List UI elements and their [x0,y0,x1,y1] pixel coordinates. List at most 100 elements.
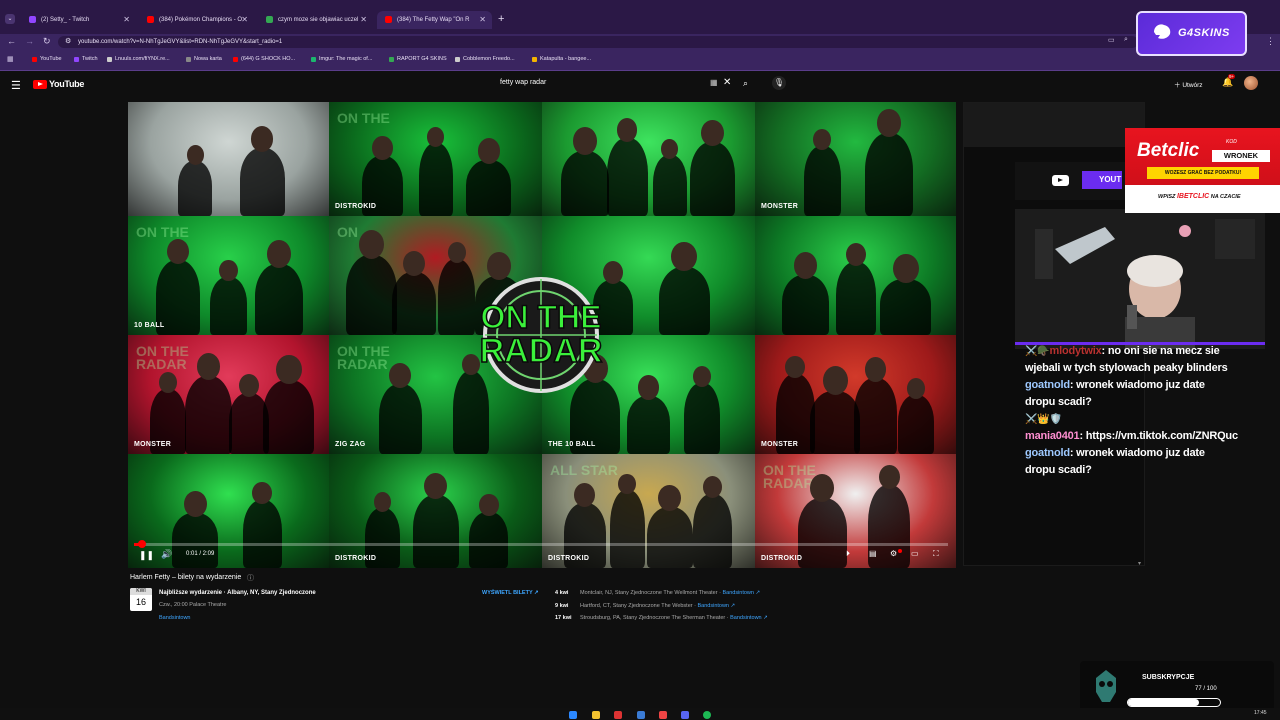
youtube-logo-icon[interactable] [33,80,47,89]
event-provider-link[interactable]: Bandsintown ↗ [698,603,736,609]
settings-gear-icon[interactable]: ⚙ [890,549,897,558]
tab-3[interactable]: czym moze sie objawiac uczel ✕ [258,11,373,29]
apps-grid-icon[interactable]: ▦ [7,55,14,63]
close-tab-icon[interactable]: ✕ [360,11,367,29]
url-text: youtube.com/watch?v=N-NhTgJeGVY&list=RDN… [78,39,283,45]
chat-text: wjebali w tych stylowach peaky blinders [1025,362,1228,374]
event-date: 4 kwi [555,590,569,596]
search-input[interactable]: fetty wap radar [500,79,546,86]
performer-silhouette [810,391,861,454]
back-icon[interactable]: ← [7,36,16,46]
bookmark-item[interactable]: Cobblemon Freedo... [455,56,515,62]
subtitles-icon[interactable]: ▤ [869,549,877,558]
event-provider-link[interactable]: Bandsintown ↗ [730,615,768,621]
betclic-chat-command: WPISZ IBETCLIC NA CZACIE [1158,193,1241,200]
sub-goal-count: 77 / 100 [1195,686,1217,692]
bookmark-item[interactable]: Nowa karta [186,56,222,62]
bookmark-item[interactable]: Lnuuls.com/fiYNX.re... [107,56,170,62]
tile-brand-text: ON THE [136,224,189,240]
tab-4[interactable]: (384) The Fetty Wap "On R ✕ [377,11,492,29]
g4skins-overlay-logo: G4SKINS [1136,11,1247,56]
bookmark-item[interactable]: (644) G SHOCK HO... [233,56,295,62]
reload-icon[interactable]: ↻ [43,36,51,47]
bookmark-item[interactable]: RAPORT G4 SKINS [389,56,447,62]
microphone-icon[interactable]: 🎙 [772,76,786,90]
miniplayer-icon[interactable]: ▭ [911,549,919,558]
chat-message: goatnold: wronek wiadomo juz date [1025,445,1205,462]
video-progress-bar[interactable] [134,543,948,546]
new-tab-button[interactable]: + [498,13,504,25]
search-icon[interactable]: ⌕ [743,78,748,89]
performer-head [906,378,925,399]
video-collage-tile: ALL STAR DISTROKID [542,454,755,568]
betclic-tax-note: WOZESZ GRAĆ BEZ PODATKU! [1147,167,1259,179]
performer-head [878,464,900,489]
autoplay-toggle-icon[interactable]: ⏵ [846,549,850,559]
file-explorer-icon[interactable] [592,711,600,719]
bookmark-item[interactable]: Twitch [74,56,98,62]
pause-icon[interactable]: ❚❚ [139,550,154,561]
avatar[interactable] [1244,76,1258,90]
performer-head [252,481,272,504]
chat-username: goatnold [1025,447,1070,459]
next-event-name: Najbliższe wydarzenie · Albany, NY, Stan… [159,590,316,596]
performer-head [372,136,393,160]
tab-search-button[interactable]: ⌄ [5,14,15,24]
performer-head [373,491,391,512]
next-event-provider-link[interactable]: Bandsintown [159,615,191,621]
tile-brand-text: ON THE [337,110,390,126]
spotify-icon[interactable] [703,711,711,719]
steam-icon[interactable] [637,711,645,719]
info-icon[interactable]: ⓘ [247,573,254,583]
performer-silhouette [560,151,609,216]
windows-start-icon[interactable] [569,711,577,719]
fullscreen-icon[interactable]: ⛶ [933,549,939,559]
tab-2[interactable]: (384) Pokémon Champions - O ✕ [139,11,254,29]
performer-silhouette [897,395,934,454]
close-tab-icon[interactable]: ✕ [479,11,486,29]
address-bar[interactable]: ⚙ youtube.com/watch?v=N-NhTgJeGVY&list=R… [58,36,1138,48]
chevron-down-icon[interactable]: ▾ [1138,560,1141,567]
video-collage-tile: MONSTER [755,335,956,454]
tile-watermark: DISTROKID [548,555,590,562]
app-icon[interactable] [614,711,622,719]
discord-icon[interactable] [681,711,689,719]
upcoming-event-row: 4 kwi Montclair, NJ, Stany Zjednoczone Th… [555,590,760,596]
cast-icon[interactable]: ▭ [1108,36,1115,44]
bookmark-item[interactable]: Imgur: The magic of... [311,56,372,62]
create-button[interactable]: ＋ Utwórz [1174,79,1203,89]
video-collage-tile [542,102,755,216]
chat-message: wjebali w tych stylowach peaky blinders [1025,360,1228,377]
tile-watermark: ZIG ZAG [335,441,366,448]
chat-text: : https://vm.tiktok.com/ZNRQuc [1079,430,1238,442]
video-scrubber-handle[interactable] [138,540,146,548]
close-tab-icon[interactable]: ✕ [123,11,130,29]
zoom-icon[interactable]: ⌕ [1124,36,1128,44]
bookmark-item[interactable]: YouTube [32,56,62,62]
event-provider-link[interactable]: Bandsintown ↗ [722,590,760,596]
site-info-icon[interactable]: ⚙ [65,36,71,48]
hamburger-menu-icon[interactable]: ☰ [11,79,21,92]
youtube-logo-text[interactable]: YouTube [49,79,84,89]
video-collage-tile [128,102,329,216]
keyboard-icon[interactable]: ▦ [710,78,718,87]
tile-watermark: DISTROKID [335,555,377,562]
bookmark-favicon-icon [455,57,460,62]
bookmark-item[interactable]: Katapulta - bangee... [532,56,591,62]
close-tab-icon[interactable]: ✕ [241,11,248,29]
clear-search-icon[interactable]: ✕ [723,77,731,88]
bookmark-favicon-icon [74,57,79,62]
performer-silhouette [797,498,847,568]
chrome-icon[interactable] [659,711,667,719]
video-collage-tile: ON THE RADAR DISTROKID [755,454,956,568]
menu-dots-icon[interactable]: ⋮ [1266,36,1275,47]
view-tickets-button[interactable]: WYŚWIETL BILETY ↗ [482,590,539,596]
forward-icon[interactable]: → [25,36,34,46]
performer-head [785,355,805,378]
radar-logo-line2: RADAR [480,332,603,370]
chat-message: dropu scadi? [1025,394,1092,411]
performer-silhouette [418,143,453,216]
volume-icon[interactable]: 🔊 [161,549,172,560]
tab-1[interactable]: (2) Setty_ - Twitch ✕ [21,11,136,29]
performer-silhouette [803,146,841,216]
